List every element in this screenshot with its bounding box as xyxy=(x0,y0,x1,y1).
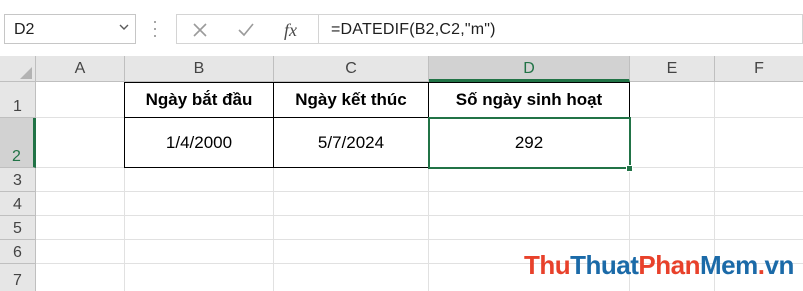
select-all-triangle-icon xyxy=(20,67,32,79)
active-cell-border xyxy=(428,117,631,169)
row-header-label: 2 xyxy=(12,148,21,165)
row-header-label: 4 xyxy=(13,196,22,213)
row-header-label: 6 xyxy=(13,244,22,261)
insert-function-icon[interactable]: fx xyxy=(279,18,305,42)
watermark-part: Mem xyxy=(700,250,758,280)
row-header-label: 3 xyxy=(13,172,22,189)
gridline xyxy=(36,239,803,240)
name-box[interactable]: D2 xyxy=(4,14,136,44)
row-header-1[interactable]: 1 xyxy=(0,82,36,118)
column-header-b[interactable]: B xyxy=(125,56,274,82)
cell-b2[interactable]: 1/4/2000 xyxy=(125,118,273,167)
formula-text: =DATEDIF(B2,C2,"m") xyxy=(331,21,496,38)
formula-input[interactable]: =DATEDIF(B2,C2,"m") xyxy=(318,14,803,44)
cell-b1[interactable]: Ngày bắt đầu xyxy=(125,82,273,117)
gridline xyxy=(36,215,803,216)
name-box-value: D2 xyxy=(14,21,35,38)
watermark-part: Phan xyxy=(638,250,700,280)
column-header-f[interactable]: F xyxy=(715,56,803,82)
select-all-button[interactable] xyxy=(0,56,36,82)
row-header-5[interactable]: 5 xyxy=(0,216,36,240)
column-header-a[interactable]: A xyxy=(36,56,125,82)
row-header-label: 7 xyxy=(13,272,22,289)
gridline xyxy=(36,191,803,192)
row-header-2[interactable]: 2 xyxy=(0,118,36,168)
formula-bar: D2 fx =DATEDIF(B2,C2,"m") xyxy=(0,0,803,56)
formula-bar-grip-icon[interactable] xyxy=(154,18,156,40)
row-header-4[interactable]: 4 xyxy=(0,192,36,216)
row-header-7[interactable]: 7 xyxy=(0,264,36,291)
row-header-label: 5 xyxy=(13,220,22,237)
watermark-part: Thu xyxy=(524,250,571,280)
enter-check-icon[interactable] xyxy=(233,18,259,42)
watermark-part: Thuat xyxy=(570,250,639,280)
watermark-logo: ThuThuatPhanMem.vn xyxy=(524,250,794,281)
chevron-down-icon[interactable] xyxy=(119,22,129,32)
cell-d1[interactable]: Số ngày sinh hoạt xyxy=(429,82,629,117)
watermark-part: vn xyxy=(764,250,794,280)
column-header-d[interactable]: D xyxy=(429,56,630,82)
row-header-label: 1 xyxy=(13,98,22,115)
cell-c1[interactable]: Ngày kết thúc xyxy=(274,82,428,117)
formula-buttons: fx xyxy=(176,14,318,44)
cancel-icon[interactable] xyxy=(187,18,213,42)
svg-text:fx: fx xyxy=(284,20,297,40)
gridline xyxy=(36,167,803,168)
column-header-row: A B C D E F xyxy=(0,56,803,82)
fill-handle[interactable] xyxy=(626,165,633,172)
cell-c2[interactable]: 5/7/2024 xyxy=(274,118,428,167)
column-header-e[interactable]: E xyxy=(630,56,715,82)
row-header-6[interactable]: 6 xyxy=(0,240,36,264)
column-header-c[interactable]: C xyxy=(274,56,429,82)
row-header-3[interactable]: 3 xyxy=(0,168,36,192)
